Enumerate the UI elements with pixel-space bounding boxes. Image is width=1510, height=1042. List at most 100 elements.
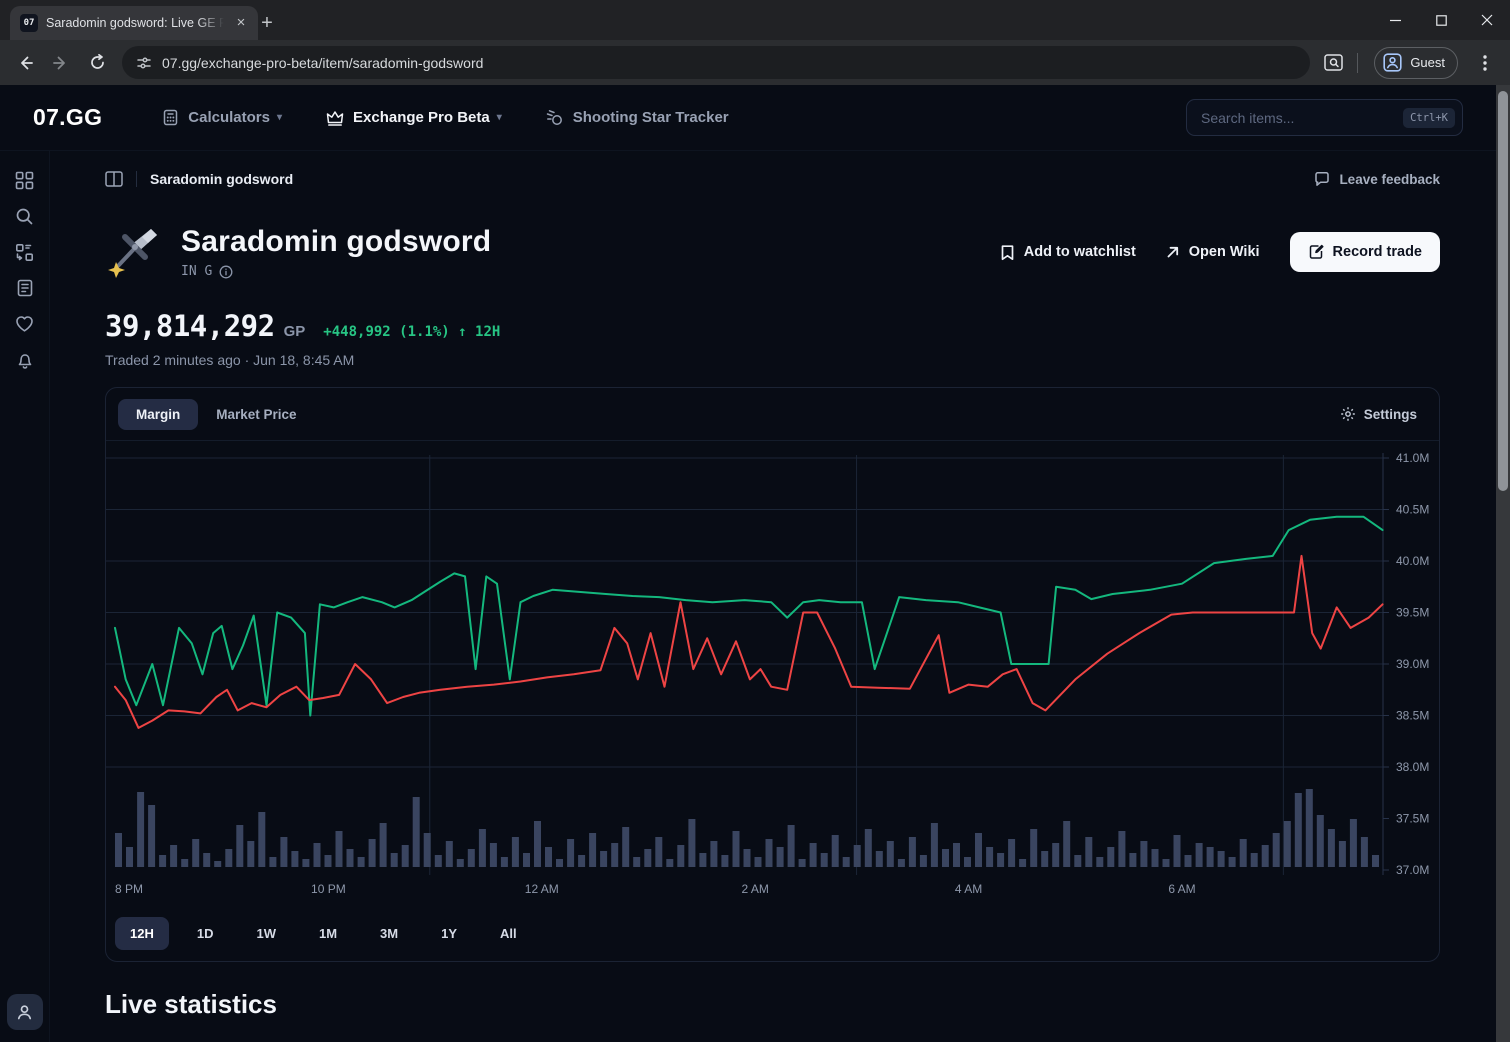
breadcrumb-item: Saradomin godsword xyxy=(150,171,293,187)
crown-icon xyxy=(326,110,344,126)
url-text: 07.gg/exchange-pro-beta/item/saradomin-g… xyxy=(162,55,483,71)
chat-bubble-icon xyxy=(1314,171,1330,187)
info-icon[interactable] xyxy=(219,265,233,279)
nav-calculators-label: Calculators xyxy=(188,109,270,126)
nav-star-tracker[interactable]: Shooting Star Tracker xyxy=(546,109,729,127)
svg-text:38.5M: 38.5M xyxy=(1396,709,1429,723)
sidebar-item-search[interactable] xyxy=(7,198,43,234)
chart-plot-area[interactable]: 41.0M40.5M40.0M39.5M39.0M38.5M38.0M37.5M… xyxy=(106,441,1439,907)
tab-favicon: 07 xyxy=(20,14,38,32)
open-wiki-button[interactable]: Open Wiki xyxy=(1166,244,1260,260)
gear-icon xyxy=(1340,406,1356,422)
site-logo[interactable]: 07.GG xyxy=(33,104,102,131)
svg-text:40.0M: 40.0M xyxy=(1396,554,1429,568)
shooting-star-icon xyxy=(546,109,564,127)
panel-toggle-icon[interactable] xyxy=(105,171,123,187)
chevron-down-icon: ▾ xyxy=(497,112,502,123)
nav-exchange-pro-label: Exchange Pro Beta xyxy=(353,109,490,126)
sidebar-item-alerts[interactable] xyxy=(7,342,43,378)
search-input[interactable]: Search items... Ctrl+K xyxy=(1186,99,1463,136)
search-shortcut-badge: Ctrl+K xyxy=(1403,108,1455,128)
last-traded: Traded 2 minutes ago · Jun 18, 8:45 AM xyxy=(105,352,1440,368)
range-12h[interactable]: 12H xyxy=(115,917,169,950)
heart-icon xyxy=(15,315,34,333)
browser-toolbar: 07.gg/exchange-pro-beta/item/saradomin-g… xyxy=(0,40,1510,85)
item-title: Saradomin godsword xyxy=(181,225,491,259)
price-currency: GP xyxy=(284,323,306,340)
search-icon xyxy=(15,207,34,226)
leave-feedback-label: Leave feedback xyxy=(1339,172,1440,187)
notes-icon xyxy=(16,279,34,297)
url-bar[interactable]: 07.gg/exchange-pro-beta/item/saradomin-g… xyxy=(122,46,1310,79)
range-1d[interactable]: 1D xyxy=(182,917,229,950)
add-to-watchlist-button[interactable]: Add to watchlist xyxy=(1000,244,1136,261)
svg-text:39.5M: 39.5M xyxy=(1396,606,1429,620)
compare-items-icon xyxy=(15,243,34,262)
price-row: 39,814,292 GP +448,992 (1.1%) ↑ 12H xyxy=(105,309,1440,343)
record-trade-button[interactable]: Record trade xyxy=(1290,232,1440,272)
range-all[interactable]: All xyxy=(485,917,532,950)
add-to-watchlist-label: Add to watchlist xyxy=(1024,244,1136,260)
range-1m[interactable]: 1M xyxy=(304,917,352,950)
sidebar-item-watchlist[interactable] xyxy=(7,306,43,342)
chevron-down-icon: ▾ xyxy=(277,112,282,123)
price-change: +448,992 (1.1%) ↑ 12H xyxy=(323,324,500,340)
search-placeholder: Search items... xyxy=(1201,110,1403,126)
dashboard-grid-icon xyxy=(15,171,34,190)
side-panel-search-icon[interactable] xyxy=(1318,54,1349,71)
calculator-icon xyxy=(162,109,179,126)
scrollbar[interactable] xyxy=(1496,85,1510,1042)
reload-button[interactable] xyxy=(80,46,114,80)
sidebar-item-dashboard[interactable] xyxy=(7,162,43,198)
range-1y[interactable]: 1Y xyxy=(426,917,472,950)
window-minimize-button[interactable] xyxy=(1372,0,1418,40)
svg-text:40.5M: 40.5M xyxy=(1396,503,1429,517)
sidebar-item-compare[interactable] xyxy=(7,234,43,270)
svg-text:10 PM: 10 PM xyxy=(311,882,346,896)
bell-icon xyxy=(16,351,34,370)
screen: 07 Saradomin godsword: Live GE P × + xyxy=(0,0,1510,1042)
range-selector: 12H 1D 1W 1M 3M 1Y All xyxy=(106,907,1439,960)
range-1w[interactable]: 1W xyxy=(241,917,291,950)
svg-text:6 AM: 6 AM xyxy=(1168,882,1195,896)
nav-calculators[interactable]: Calculators ▾ xyxy=(162,109,282,126)
profile-button[interactable]: Guest xyxy=(1374,47,1458,79)
tab-margin[interactable]: Margin xyxy=(118,399,198,430)
chart-settings-button[interactable]: Settings xyxy=(1340,406,1427,422)
left-iconbar xyxy=(0,150,50,1042)
back-button[interactable] xyxy=(8,46,42,80)
price-value: 39,814,292 xyxy=(105,309,275,343)
site-nav: 07.GG Calculators ▾ Exchange Pro Beta ▾ … xyxy=(0,85,1496,151)
live-statistics-heading: Live statistics xyxy=(105,989,1440,1020)
tab-close-icon[interactable]: × xyxy=(232,14,250,32)
svg-text:8 PM: 8 PM xyxy=(115,882,143,896)
window-close-button[interactable] xyxy=(1464,0,1510,40)
browser-tab[interactable]: 07 Saradomin godsword: Live GE P × xyxy=(10,6,258,40)
range-3m[interactable]: 3M xyxy=(365,917,413,950)
sidebar-item-notes[interactable] xyxy=(7,270,43,306)
open-wiki-label: Open Wiki xyxy=(1189,244,1260,260)
record-trade-icon xyxy=(1308,244,1324,260)
site-settings-icon[interactable] xyxy=(136,55,152,71)
chart-header: Margin Market Price Settings xyxy=(106,388,1439,441)
record-trade-label: Record trade xyxy=(1333,244,1422,260)
leave-feedback-button[interactable]: Leave feedback xyxy=(1314,171,1440,187)
nav-exchange-pro[interactable]: Exchange Pro Beta ▾ xyxy=(326,109,502,126)
nav-star-tracker-label: Shooting Star Tracker xyxy=(573,109,729,126)
user-icon xyxy=(15,1003,34,1022)
forward-button[interactable] xyxy=(44,46,78,80)
breadcrumb-divider xyxy=(136,171,137,187)
tab-market-price[interactable]: Market Price xyxy=(198,399,314,430)
browser-menu-icon[interactable] xyxy=(1468,46,1502,80)
svg-text:39.0M: 39.0M xyxy=(1396,657,1429,671)
window-maximize-button[interactable] xyxy=(1418,0,1464,40)
profile-label: Guest xyxy=(1410,55,1445,70)
svg-text:2 AM: 2 AM xyxy=(742,882,769,896)
new-tab-button[interactable]: + xyxy=(252,8,282,38)
svg-text:38.0M: 38.0M xyxy=(1396,760,1429,774)
item-subtitle: IN G xyxy=(181,264,212,279)
scrollbar-thumb[interactable] xyxy=(1498,91,1508,491)
bookmark-icon xyxy=(1000,244,1015,261)
browser-titlebar: 07 Saradomin godsword: Live GE P × + xyxy=(0,0,1510,40)
sidebar-item-profile[interactable] xyxy=(7,994,43,1030)
